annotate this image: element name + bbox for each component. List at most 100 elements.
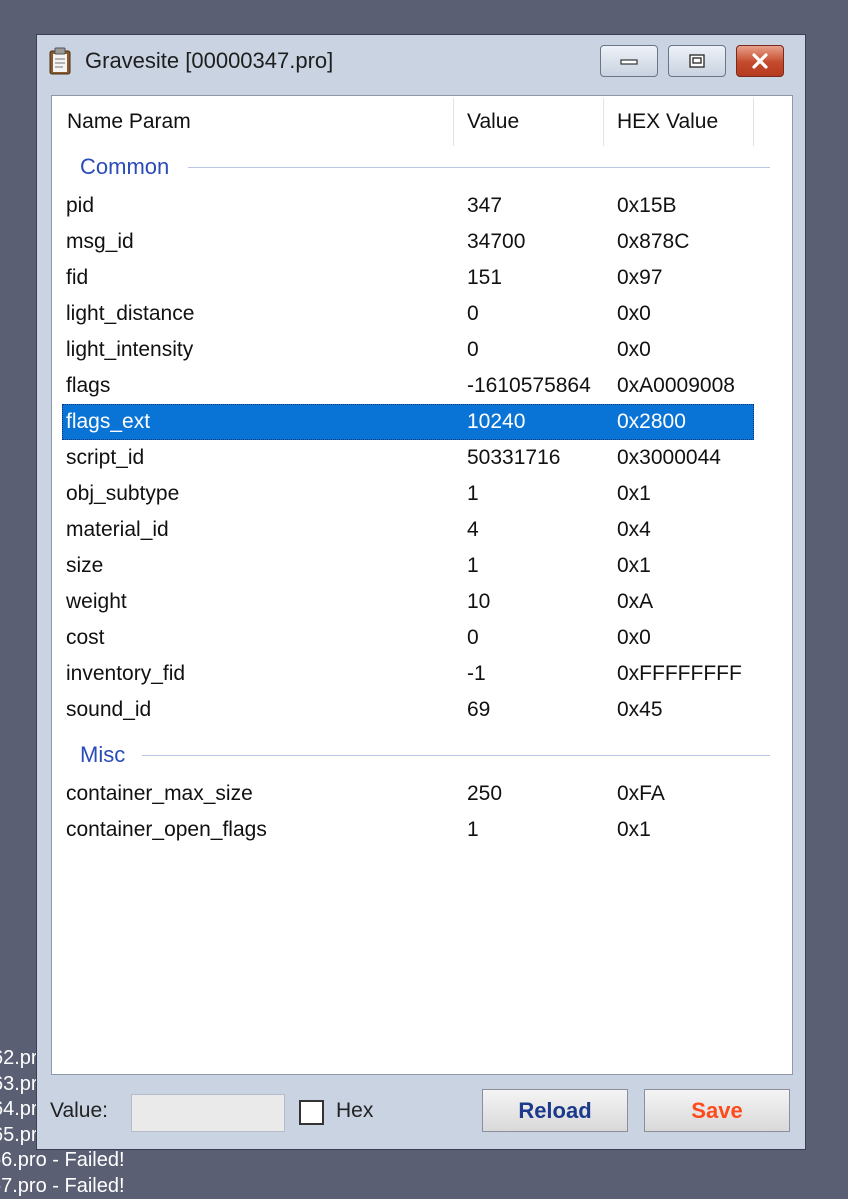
table-row[interactable]: material_id 4 0x4 <box>62 512 754 548</box>
hex-checkbox-label[interactable]: Hex <box>336 1099 373 1123</box>
column-divider[interactable] <box>753 98 754 146</box>
reload-button[interactable]: Reload <box>482 1089 628 1132</box>
param-name: sound_id <box>66 692 151 728</box>
param-value: 10 <box>467 584 490 620</box>
table-row[interactable]: sound_id 69 0x45 <box>62 692 754 728</box>
param-hex: 0x15B <box>617 188 677 224</box>
column-header-name[interactable]: Name Param <box>67 96 191 148</box>
param-name: pid <box>66 188 94 224</box>
value-input[interactable] <box>131 1094 285 1132</box>
save-button[interactable]: Save <box>644 1089 790 1132</box>
param-hex: 0x45 <box>617 692 663 728</box>
param-hex: 0x4 <box>617 512 651 548</box>
param-hex: 0x97 <box>617 260 663 296</box>
group-label: Common <box>80 154 177 180</box>
table-row[interactable]: container_open_flags 1 0x1 <box>62 812 754 848</box>
param-name: weight <box>66 584 127 620</box>
table-row[interactable]: container_max_size 250 0xFA <box>62 776 754 812</box>
param-value: 1 <box>467 812 479 848</box>
param-name: obj_subtype <box>66 476 179 512</box>
param-name: flags <box>66 368 110 404</box>
maximize-button[interactable] <box>668 45 726 77</box>
param-hex: 0x0 <box>617 296 651 332</box>
param-name: inventory_fid <box>66 656 185 692</box>
log-line: 67.pro - Failed! <box>0 1174 125 1199</box>
list-header: Name Param Value HEX Value <box>52 96 792 148</box>
table-row[interactable]: cost 0 0x0 <box>62 620 754 656</box>
param-hex: 0xA <box>617 584 653 620</box>
group-divider <box>142 755 770 756</box>
params-list[interactable]: Name Param Value HEX Value Common pid 34… <box>51 95 793 1075</box>
table-row[interactable]: flags -1610575864 0xA0009008 <box>62 368 754 404</box>
table-row[interactable]: pid 347 0x15B <box>62 188 754 224</box>
param-value: 151 <box>467 260 502 296</box>
value-label: Value: <box>50 1099 108 1123</box>
param-name: size <box>66 548 103 584</box>
close-icon <box>737 46 783 76</box>
maximize-icon <box>669 46 725 76</box>
log-line: 66.pro - Failed! <box>0 1148 125 1174</box>
param-name: msg_id <box>66 224 134 260</box>
table-row[interactable]: obj_subtype 1 0x1 <box>62 476 754 512</box>
table-row[interactable]: weight 10 0xA <box>62 584 754 620</box>
param-hex: 0x1 <box>617 476 651 512</box>
param-hex: 0x3000044 <box>617 440 721 476</box>
table-row-selected[interactable]: flags_ext 10240 0x2800 <box>62 404 754 440</box>
param-name: light_intensity <box>66 332 193 368</box>
clipboard-icon <box>48 47 72 75</box>
param-value: 0 <box>467 296 479 332</box>
param-name: flags_ext <box>66 404 150 440</box>
close-button[interactable] <box>736 45 784 77</box>
param-value: 34700 <box>467 224 525 260</box>
param-name: container_max_size <box>66 776 253 812</box>
param-name: container_open_flags <box>66 812 267 848</box>
table-row[interactable]: light_intensity 0 0x0 <box>62 332 754 368</box>
param-value: 50331716 <box>467 440 560 476</box>
table-row[interactable]: msg_id 34700 0x878C <box>62 224 754 260</box>
param-hex: 0x878C <box>617 224 689 260</box>
param-value: -1 <box>467 656 486 692</box>
param-value: 1 <box>467 548 479 584</box>
minimize-icon <box>601 46 657 76</box>
title-bar[interactable]: Gravesite [00000347.pro] <box>37 35 805 91</box>
param-hex: 0x0 <box>617 332 651 368</box>
param-hex: 0x1 <box>617 812 651 848</box>
param-value: 347 <box>467 188 502 224</box>
group-label: Misc <box>80 742 133 768</box>
hex-checkbox[interactable] <box>299 1100 324 1125</box>
minimize-button[interactable] <box>600 45 658 77</box>
param-hex: 0xFA <box>617 776 665 812</box>
param-name: material_id <box>66 512 169 548</box>
param-value: 0 <box>467 332 479 368</box>
proto-editor-window: Gravesite [00000347.pro] Name Param Valu… <box>36 34 806 1150</box>
param-value: 250 <box>467 776 502 812</box>
table-row[interactable]: fid 151 0x97 <box>62 260 754 296</box>
param-name: fid <box>66 260 88 296</box>
param-value: -1610575864 <box>467 368 591 404</box>
table-row[interactable]: size 1 0x1 <box>62 548 754 584</box>
group-divider <box>188 167 770 168</box>
table-row[interactable]: script_id 50331716 0x3000044 <box>62 440 754 476</box>
param-value: 69 <box>467 692 490 728</box>
column-header-value[interactable]: Value <box>467 96 519 148</box>
table-row[interactable]: inventory_fid -1 0xFFFFFFFF <box>62 656 754 692</box>
column-divider[interactable] <box>603 98 604 146</box>
param-value: 4 <box>467 512 479 548</box>
param-name: script_id <box>66 440 144 476</box>
group-header-common: Common <box>52 148 792 184</box>
param-name: cost <box>66 620 105 656</box>
param-name: light_distance <box>66 296 194 332</box>
window-title: Gravesite [00000347.pro] <box>85 48 333 74</box>
column-header-hex[interactable]: HEX Value <box>617 96 718 148</box>
param-value: 1 <box>467 476 479 512</box>
param-hex: 0xFFFFFFFF <box>617 656 742 692</box>
table-row[interactable]: light_distance 0 0x0 <box>62 296 754 332</box>
param-value: 10240 <box>467 404 525 440</box>
param-value: 0 <box>467 620 479 656</box>
column-divider[interactable] <box>453 98 454 146</box>
param-hex: 0xA0009008 <box>617 368 735 404</box>
bottom-toolbar: Value: Hex Reload Save <box>37 1079 805 1151</box>
param-hex: 0x1 <box>617 548 651 584</box>
param-hex: 0x2800 <box>617 404 686 440</box>
group-header-misc: Misc <box>52 736 792 772</box>
